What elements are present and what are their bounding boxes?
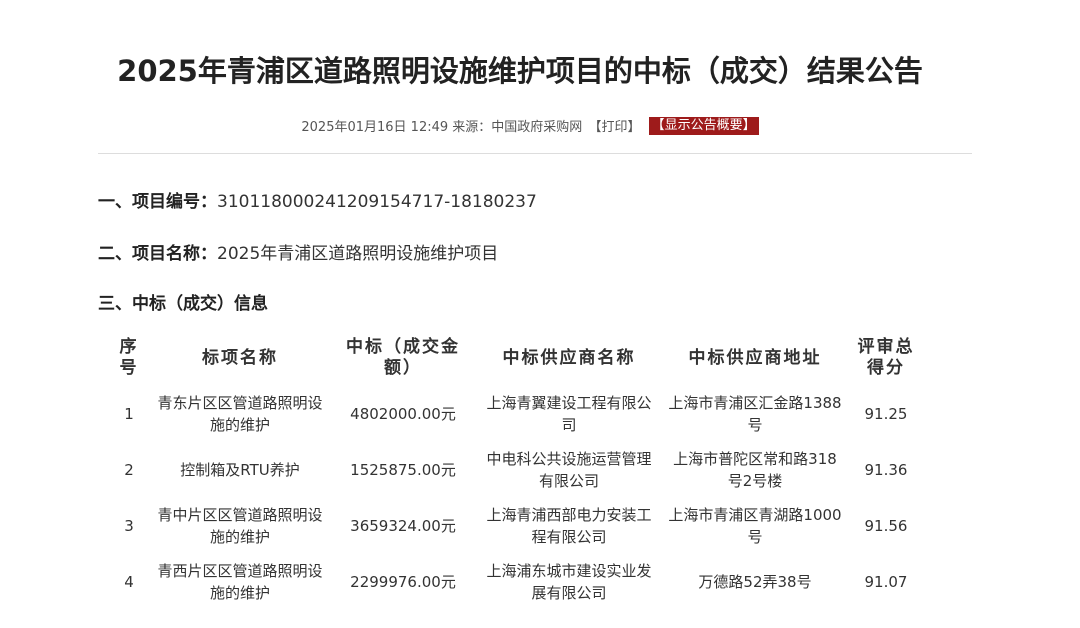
meta-line: 2025年01月16日 12:49 来源：中国政府采购网 【打印】 【显示公告概…: [0, 116, 1060, 135]
cell-score: 91.07: [864, 573, 908, 591]
show-summary-button[interactable]: 【显示公告概要】: [648, 117, 759, 135]
cell-seq: 1: [124, 405, 134, 423]
cell-seq: 4: [124, 573, 134, 591]
cell-amount: 4802000.00元: [350, 405, 456, 423]
header-address: 中标供应商地址: [688, 347, 822, 368]
page-title: 2025年青浦区道路照明设施维护项目的中标（成交）结果公告: [117, 54, 923, 88]
cell-seq: 3: [124, 517, 134, 535]
cell-score: 91.25: [864, 405, 908, 423]
cell-address: 上海市青浦区青湖路1000号: [668, 506, 842, 546]
section-project-number: 一、项目编号：310118000241209154717-18180237: [98, 187, 537, 212]
header-seq: 序号: [119, 337, 139, 378]
project-number-value: 310118000241209154717-18180237: [217, 192, 537, 212]
divider: [98, 153, 972, 154]
print-link[interactable]: 【打印】: [588, 120, 640, 135]
cell-score: 91.56: [864, 517, 908, 535]
cell-supplier: 中电科公共设施运营管理有限公司: [486, 450, 652, 490]
award-info-heading: 三、中标（成交）信息: [98, 294, 268, 314]
cell-address: 上海市青浦区汇金路1388号: [668, 394, 842, 434]
cell-supplier: 上海浦东城市建设实业发展有限公司: [486, 562, 652, 602]
publish-datetime: 2025年01月16日 12:49: [301, 120, 449, 135]
cell-lot-name: 青中片区区管道路照明设施的维护: [157, 506, 323, 546]
header-amount: 中标（成交金额）: [346, 337, 460, 378]
cell-lot-name: 青东片区区管道路照明设施的维护: [157, 394, 323, 434]
cell-lot-name: 控制箱及RTU养护: [180, 461, 300, 479]
table-row: 4 青西片区区管道路照明设施的维护 2299976.00元 上海浦东城市建设实业…: [108, 554, 924, 610]
section-award-info: 三、中标（成交）信息: [98, 289, 268, 314]
cell-seq: 2: [124, 461, 134, 479]
cell-address: 上海市普陀区常和路318号2号楼: [673, 450, 837, 490]
cell-amount: 3659324.00元: [350, 517, 456, 535]
cell-score: 91.36: [864, 461, 908, 479]
project-name-value: 2025年青浦区道路照明设施维护项目: [217, 244, 499, 264]
cell-amount: 2299976.00元: [350, 573, 456, 591]
cell-supplier: 上海青翼建设工程有限公司: [486, 394, 652, 434]
header-score: 评审总得分: [857, 337, 915, 378]
project-number-heading: 一、项目编号：: [98, 192, 217, 212]
source-name: 中国政府采购网: [491, 120, 583, 135]
project-name-heading: 二、项目名称：: [98, 244, 217, 264]
award-result-table: 序号 标项名称 中标（成交金额） 中标供应商名称 中标供应商地址 评审总得分 1…: [108, 330, 924, 610]
source-label: 来源：: [452, 120, 492, 135]
table-row: 1 青东片区区管道路照明设施的维护 4802000.00元 上海青翼建设工程有限…: [108, 386, 924, 442]
table-row: 2 控制箱及RTU养护 1525875.00元 中电科公共设施运营管理有限公司 …: [108, 442, 924, 498]
cell-address: 万德路52弄38号: [698, 573, 812, 591]
table-header-row: 序号 标项名称 中标（成交金额） 中标供应商名称 中标供应商地址 评审总得分: [108, 330, 924, 386]
table-row: 3 青中片区区管道路照明设施的维护 3659324.00元 上海青浦西部电力安装…: [108, 498, 924, 554]
cell-supplier: 上海青浦西部电力安装工程有限公司: [486, 506, 652, 546]
header-lot-name: 标项名称: [202, 347, 278, 368]
cell-amount: 1525875.00元: [350, 461, 456, 479]
section-project-name: 二、项目名称：2025年青浦区道路照明设施维护项目: [98, 239, 498, 264]
header-supplier: 中标供应商名称: [502, 347, 636, 368]
cell-lot-name: 青西片区区管道路照明设施的维护: [157, 562, 323, 602]
